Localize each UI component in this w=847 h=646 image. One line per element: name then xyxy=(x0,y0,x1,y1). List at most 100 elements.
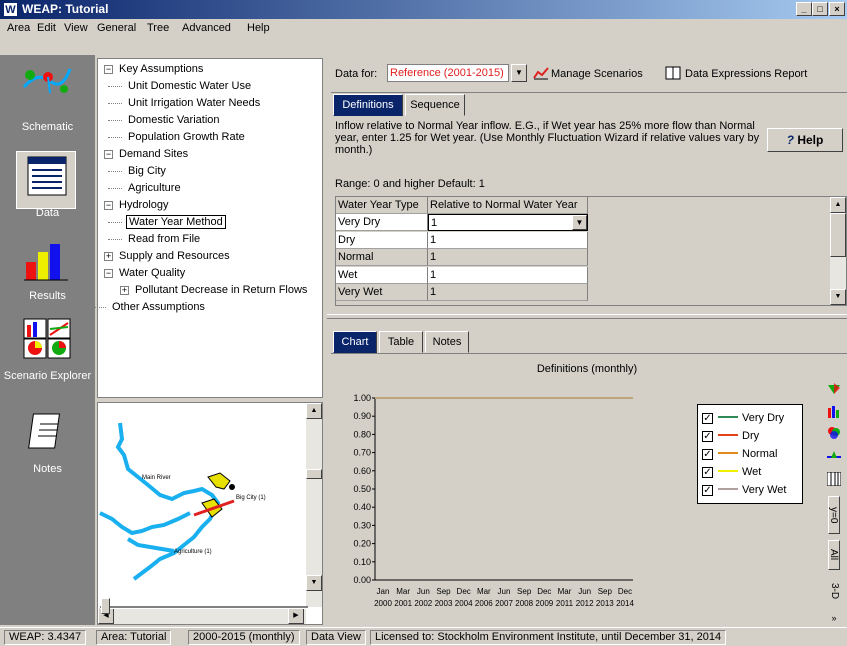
tab-chart[interactable]: Chart xyxy=(333,331,377,353)
data-icon[interactable] xyxy=(20,155,74,197)
tree-node[interactable]: − Key Assumptions xyxy=(104,61,205,78)
menu-help[interactable]: Help xyxy=(247,21,270,36)
tree-node[interactable]: Unit Irrigation Water Needs xyxy=(108,95,262,112)
legend-checkbox[interactable]: ✓ xyxy=(702,466,713,478)
y-zero-toggle[interactable]: y=0 xyxy=(828,496,840,534)
tree-node[interactable]: Unit Domestic Water Use xyxy=(108,78,253,95)
tree-node[interactable]: + Supply and Resources xyxy=(104,248,232,265)
tree-node[interactable]: − Hydrology xyxy=(104,197,171,214)
menu-edit[interactable]: Edit xyxy=(37,21,56,36)
more-tools-chevron-icon[interactable]: » xyxy=(828,612,840,624)
tab-sequence[interactable]: Sequence xyxy=(405,94,465,116)
tree-node-label: Population Growth Rate xyxy=(128,131,245,143)
scenario-dropdown-arrow[interactable]: ▼ xyxy=(511,64,527,82)
map-vscrollbar[interactable]: ▲ ▼ xyxy=(306,403,322,607)
zoom-slider-thumb[interactable] xyxy=(101,598,110,614)
tab-table[interactable]: Table xyxy=(379,331,423,353)
scroll-right-arrow[interactable]: ▶ xyxy=(288,607,304,624)
report-book-icon[interactable] xyxy=(665,66,681,80)
legend-item[interactable]: ✓ Dry xyxy=(702,427,802,445)
sidebar-label-notes[interactable]: Notes xyxy=(0,463,95,476)
grid-row-type[interactable]: Wet xyxy=(336,266,428,284)
collapse-icon[interactable]: − xyxy=(104,201,113,210)
legend-checkbox[interactable]: ✓ xyxy=(702,484,713,496)
tree-node[interactable]: − Demand Sites xyxy=(104,146,190,163)
legend-item[interactable]: ✓ Very Wet xyxy=(702,481,802,499)
results-icon[interactable] xyxy=(20,240,74,282)
tree-node[interactable]: Agriculture xyxy=(108,180,183,197)
menu-tree[interactable]: Tree xyxy=(147,21,169,36)
legend-checkbox[interactable]: ✓ xyxy=(702,430,713,442)
grid-cell-dropdown-arrow[interactable]: ▼ xyxy=(572,215,587,230)
legend-checkbox[interactable]: ✓ xyxy=(702,412,713,424)
tree-node[interactable]: Other Assumptions xyxy=(92,299,207,316)
3d-toggle[interactable]: 3-D xyxy=(828,576,840,606)
sidebar-label-schematic[interactable]: Schematic xyxy=(0,121,95,134)
maximize-button[interactable]: □ xyxy=(812,2,828,16)
close-button[interactable]: × xyxy=(829,2,845,16)
legend-item[interactable]: ✓ Normal xyxy=(702,445,802,463)
menu-general[interactable]: General xyxy=(97,21,136,36)
tree-node[interactable]: + Pollutant Decrease in Return Flows xyxy=(120,282,309,299)
grid-row-value[interactable]: 1 xyxy=(428,214,588,231)
line-marker-icon[interactable] xyxy=(827,448,841,462)
sidebar-label-data[interactable]: Data xyxy=(0,207,95,220)
tree-node[interactable]: Population Growth Rate xyxy=(108,129,247,146)
grid-scroll-down[interactable]: ▼ xyxy=(830,289,846,305)
map-hscrollbar[interactable]: ◀ ▶ xyxy=(98,607,306,624)
grid-row-value[interactable]: 1 xyxy=(428,266,588,284)
collapse-icon[interactable]: − xyxy=(104,65,113,74)
schematic-icon[interactable] xyxy=(20,63,74,105)
grid-row-type[interactable]: Normal xyxy=(336,249,428,266)
grid-row-value[interactable]: 1 xyxy=(428,231,588,249)
scroll-thumb[interactable] xyxy=(306,469,322,479)
data-expressions-report-button[interactable]: Data Expressions Report xyxy=(685,68,807,80)
sidebar-label-results[interactable]: Results xyxy=(0,290,95,303)
tab-notes[interactable]: Notes xyxy=(425,331,469,353)
minimize-button[interactable]: _ xyxy=(796,2,812,16)
schematic-map-preview: Main River Big City (1) Agriculture (1) … xyxy=(97,402,323,625)
manage-scenarios-button[interactable]: Manage Scenarios xyxy=(551,68,643,80)
map-label-city: Big City (1) xyxy=(236,495,266,501)
notes-icon[interactable] xyxy=(20,410,74,452)
tab-definitions[interactable]: Definitions xyxy=(333,94,403,116)
splitter[interactable] xyxy=(327,314,847,319)
bar-chart-icon[interactable] xyxy=(827,404,841,418)
tree-node[interactable]: Domestic Variation xyxy=(108,112,222,129)
legend-item[interactable]: ✓ Very Dry xyxy=(702,409,802,427)
tree-node[interactable]: Read from File xyxy=(108,231,202,248)
sidebar-label-scenario-explorer[interactable]: Scenario Explorer xyxy=(0,370,95,383)
tree-node[interactable]: Big City xyxy=(108,163,168,180)
tree-node[interactable]: − Water Quality xyxy=(104,265,187,282)
legend-item[interactable]: ✓ Wet xyxy=(702,463,802,481)
chart-type-icon[interactable] xyxy=(827,382,841,396)
menu-advanced[interactable]: Advanced xyxy=(182,21,231,36)
scroll-down-arrow[interactable]: ▼ xyxy=(306,575,322,591)
scroll-up-arrow[interactable]: ▲ xyxy=(306,403,322,419)
expand-icon[interactable]: + xyxy=(120,286,129,295)
expand-icon[interactable]: + xyxy=(104,252,113,261)
scenario-explorer-icon[interactable] xyxy=(20,317,74,359)
grid-vscrollbar[interactable]: ▲ ▼ xyxy=(830,197,846,305)
grid-row-type[interactable]: Dry xyxy=(336,231,428,249)
grid-row-type[interactable]: Very Dry xyxy=(336,214,428,231)
grid-row-value[interactable]: 1 xyxy=(428,249,588,266)
all-toggle[interactable]: All xyxy=(828,540,840,570)
grid-scroll-thumb[interactable] xyxy=(830,213,846,257)
legend-checkbox[interactable]: ✓ xyxy=(702,448,713,460)
grid-row-value[interactable]: 1 xyxy=(428,284,588,301)
collapse-icon[interactable]: − xyxy=(104,269,113,278)
menu-area[interactable]: Area xyxy=(7,21,30,36)
scenario-select[interactable]: Reference (2001-2015) xyxy=(387,64,509,82)
x-tick-year: 2014 xyxy=(616,599,634,608)
grid-scroll-up[interactable]: ▲ xyxy=(830,197,846,213)
color-palette-icon[interactable] xyxy=(827,426,841,440)
gridlines-icon[interactable] xyxy=(827,472,841,486)
collapse-icon[interactable]: − xyxy=(104,150,113,159)
x-tick-month: Dec xyxy=(618,587,632,596)
manage-scenarios-icon[interactable] xyxy=(533,66,549,80)
tree-node[interactable]: Water Year Method xyxy=(108,214,226,231)
help-button[interactable]: ? Help xyxy=(767,128,843,152)
menu-view[interactable]: View xyxy=(64,21,88,36)
grid-row-type[interactable]: Very Wet xyxy=(336,284,428,301)
